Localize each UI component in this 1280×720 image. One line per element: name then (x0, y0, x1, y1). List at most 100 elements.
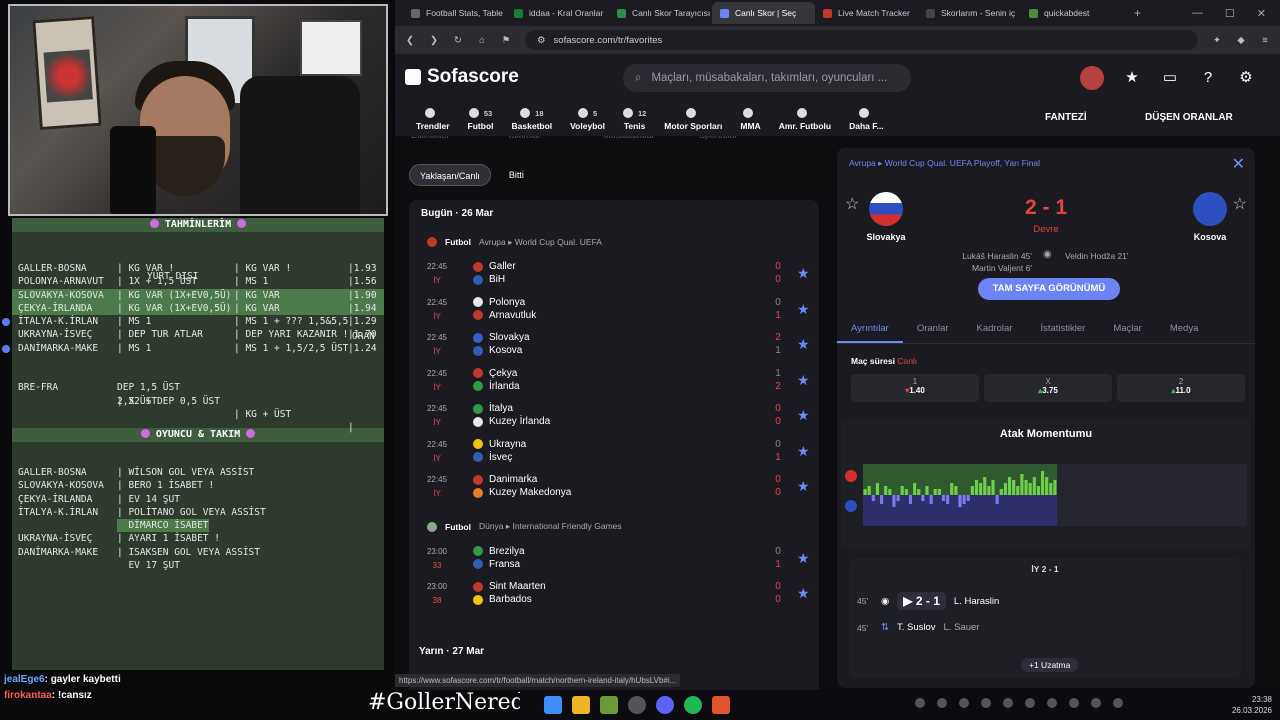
help-icon[interactable]: ? (1198, 68, 1218, 88)
league-header[interactable]: Futbol Dünya ▸ International Friendly Gam… (409, 513, 819, 541)
odds-draw[interactable]: X ▴3.75 (984, 374, 1112, 402)
minimize-icon[interactable]: — (1192, 7, 1203, 20)
match-row[interactable]: 22:45 İY Çekya İrlanda 1 2 ★ (409, 363, 819, 399)
match-row[interactable]: 22:45 İY Ukrayna İsveç 0 1 ★ (409, 434, 819, 470)
home-icon[interactable]: ⌂ (477, 35, 487, 46)
browser-tab[interactable]: quickabdest (1021, 2, 1124, 24)
momentum-bar (921, 495, 925, 501)
brave-icon[interactable] (712, 696, 730, 714)
spotify-icon[interactable] (684, 696, 702, 714)
match-row[interactable]: 22:45 İY Galler BiH 0 0 ★ (409, 256, 819, 292)
browser-tab[interactable]: Skorlarım - Senin iç (918, 2, 1021, 24)
detail-tab[interactable]: Ayrıntılar (837, 316, 903, 343)
sport-tab[interactable]: Motor Sporları (655, 108, 731, 131)
favorite-star-icon[interactable]: ★ (797, 372, 810, 389)
browser-tab[interactable]: Football Stats, Table (403, 2, 506, 24)
sport-tab[interactable]: MMA (731, 108, 769, 131)
favorite-star-icon[interactable]: ★ (797, 301, 810, 318)
full-page-button[interactable]: TAM SAYFA GÖRÜNÜMÜ (978, 278, 1120, 300)
file-explorer-icon[interactable] (572, 696, 590, 714)
match-row[interactable]: 23:00 33 Brezilya Fransa 0 1 ★ (409, 541, 819, 577)
settings-gear-icon[interactable]: ⚙ (1236, 68, 1256, 88)
favorite-star-icon[interactable]: ★ (797, 336, 810, 353)
tray-icon[interactable] (1113, 698, 1123, 708)
extensions-icon[interactable]: ✦ (1212, 35, 1222, 46)
dropping-odds-link[interactable]: DÜŞEN ORANLAR (1145, 112, 1233, 123)
tray-icon[interactable] (937, 698, 947, 708)
tray-icon[interactable] (1091, 698, 1101, 708)
tray-icon[interactable] (915, 698, 925, 708)
match-row[interactable]: 22:45 İY İtalya Kuzey İrlanda 0 0 ★ (409, 398, 819, 434)
sport-tab[interactable]: 53 Futbol (459, 108, 503, 131)
tray-icon[interactable] (959, 698, 969, 708)
detail-tab[interactable]: Maçlar (1099, 316, 1156, 343)
sport-tab[interactable]: 12 Tenis (614, 108, 655, 131)
odds-home[interactable]: 1 ▾1.40 (851, 374, 979, 402)
browser-tab[interactable]: iddaa - Kral Oranlar (506, 2, 609, 24)
sofascore-logo[interactable]: Sofascore (405, 66, 519, 88)
favorite-star-icon[interactable]: ★ (797, 478, 810, 495)
clock[interactable]: 23:38 26.03.2026 (1232, 694, 1272, 716)
tray-icon[interactable] (981, 698, 991, 708)
filter-upcoming-live[interactable]: Yaklaşan/Canlı (409, 164, 491, 186)
maximize-icon[interactable]: ☐ (1225, 7, 1235, 20)
detail-tab[interactable]: İstatistikler (1026, 316, 1099, 343)
close-icon[interactable]: ✕ (1232, 154, 1245, 174)
sub-tab[interactable]: Müsabakalar (603, 136, 655, 140)
url-field[interactable]: ⚙ sofascore.com/tr/favorites (525, 30, 1198, 50)
favorite-star-icon[interactable]: ★ (797, 407, 810, 424)
new-tab-icon[interactable]: + (1134, 6, 1141, 20)
home-team-name[interactable]: Slovakya (856, 232, 916, 242)
league-header[interactable]: Futbol Avrupa ▸ World Cup Qual. UEFA (409, 228, 819, 256)
tray-icon[interactable] (1069, 698, 1079, 708)
sport-tab[interactable]: 5 Voleybol (561, 108, 614, 131)
detail-tab[interactable]: Oranlar (903, 316, 963, 343)
sport-tab[interactable]: Amr. Futbolu (770, 108, 840, 131)
sub-tab[interactable]: Sporcular (699, 136, 738, 140)
sub-tab[interactable]: Etkinlikler (411, 136, 450, 140)
search-input[interactable]: ⌕ Maçları, müsabakaları, takımları, oyunc… (623, 64, 911, 92)
breadcrumb[interactable]: Avrupa ▸ World Cup Qual. UEFA Playoff, Y… (849, 158, 1040, 169)
browser-tab[interactable]: Canlı Skor | Seç (712, 2, 815, 24)
avatar[interactable] (1080, 66, 1104, 90)
favorite-star-icon[interactable]: ★ (797, 265, 810, 282)
notepad-icon[interactable] (600, 696, 618, 714)
favorite-star-icon[interactable]: ★ (797, 585, 810, 602)
match-row[interactable]: 22:45 İY Slovakya Kosova 2 1 ★ (409, 327, 819, 363)
detail-tab[interactable]: Kadrolar (963, 316, 1027, 343)
discord-icon[interactable] (656, 696, 674, 714)
menu-icon[interactable]: ≡ (1260, 35, 1270, 46)
tray-icon[interactable] (1003, 698, 1013, 708)
sport-tab[interactable]: Daha F... (840, 108, 892, 131)
tray-icon[interactable] (1025, 698, 1035, 708)
close-window-icon[interactable]: ✕ (1257, 7, 1266, 20)
detail-tab[interactable]: Medya (1156, 316, 1213, 343)
match-row[interactable]: 23:00 38 Sint Maarten Barbados 0 0 ★ (409, 576, 819, 612)
favorites-star-icon[interactable]: ★ (1122, 68, 1142, 88)
tv-icon[interactable]: ▭ (1160, 68, 1180, 88)
forward-icon[interactable]: ❯ (429, 35, 439, 46)
match-row[interactable]: 22:45 İY Danimarka Kuzey Makedonya 0 0 ★ (409, 469, 819, 505)
back-icon[interactable]: ❮ (405, 35, 415, 46)
sport-tab[interactable]: Trendler (407, 108, 459, 131)
sport-tab[interactable]: 18 Basketbol (503, 108, 562, 131)
site-info-icon[interactable]: ⚙ (537, 35, 546, 46)
reload-icon[interactable]: ↻ (453, 35, 463, 46)
browser-tab[interactable]: Live Match Tracker (815, 2, 918, 24)
fantezi-link[interactable]: FANTEZİ (1045, 112, 1087, 123)
favorite-star-icon[interactable]: ★ (797, 550, 810, 567)
odds-away[interactable]: 2 ▴11.0 (1117, 374, 1245, 402)
obs-icon[interactable] (628, 696, 646, 714)
shield-icon[interactable]: ◆ (1236, 35, 1246, 46)
away-team-name[interactable]: Kosova (1180, 232, 1240, 242)
match-row[interactable]: 22:45 İY Polonya Arnavutluk 0 1 ★ (409, 292, 819, 328)
browser-tab[interactable]: Canlı Skor Tarayıcısı (609, 2, 712, 24)
favorite-star-icon[interactable]: ★ (797, 443, 810, 460)
tray-icon[interactable] (1047, 698, 1057, 708)
substitution-event[interactable]: 45' ⇅ T. Suslov L. Sauer (857, 622, 979, 633)
sub-tab[interactable]: Takımlar (507, 136, 541, 140)
windows-start-icon[interactable] (544, 696, 562, 714)
filter-finished[interactable]: Bitti (499, 164, 534, 186)
goal-event[interactable]: 45' ◉ ▶ 2 - 1 L. Haraslin (857, 592, 999, 610)
bookmark-icon[interactable]: ⚑ (501, 35, 511, 46)
